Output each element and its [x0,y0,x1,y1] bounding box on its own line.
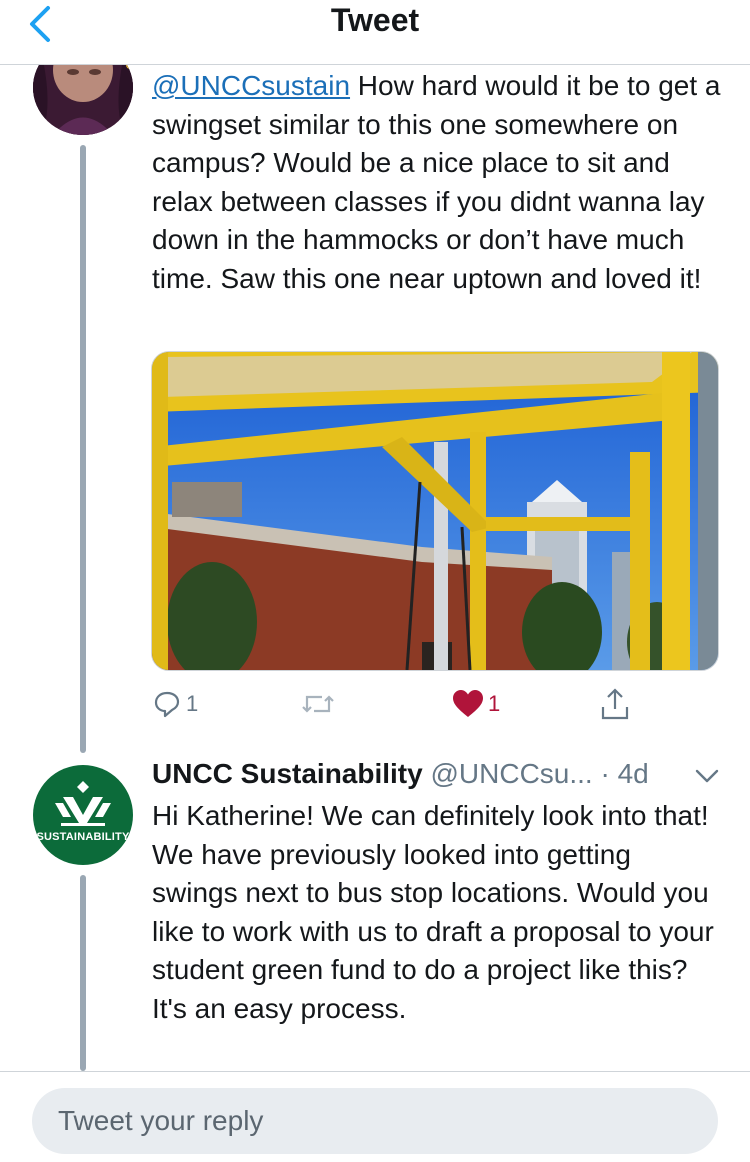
author-handle[interactable]: @UNCCsu... [430,758,592,789]
mention-link[interactable]: @UNCCsustain [152,70,350,101]
retweet-button[interactable] [300,684,340,724]
swingset-photo [152,352,718,670]
top-navigation-bar: Tweet [0,0,750,65]
page-title: Tweet [330,2,420,38]
reply-count: 1 [186,691,199,716]
retweet-icon [302,695,334,713]
tweet-actions: 1 1 [152,684,652,724]
heart-icon [453,690,483,717]
like-button[interactable]: 1 [452,684,500,724]
reply-input[interactable] [32,1088,718,1154]
reply-button[interactable]: 1 [152,684,198,724]
sustainability-logo [55,781,111,826]
more-options-button[interactable] [694,766,720,786]
share-icon [601,688,629,720]
author-name[interactable]: UNCC Sustainability [152,758,423,789]
thread-line [80,875,86,1071]
tweet-text: @UNCCsustain How hard would it be to get… [152,67,722,299]
like-count: 1 [488,691,501,716]
chevron-down-icon [695,769,719,783]
tweet-time: · 4d [600,758,649,789]
tweet-text: Hi Katherine! We can definitely look int… [152,800,714,1024]
tweet-body: How hard would it be to get a swingset s… [152,70,721,294]
thread-line [80,145,86,753]
reply-bar [0,1071,750,1162]
share-button[interactable] [599,684,631,724]
reply-icon [154,691,180,718]
avatar-label: SUSTAINABILITY [36,831,130,843]
avatar[interactable]: SUSTAINABILITY [33,765,133,865]
tweet-header: UNCC Sustainability @UNCCsu... · 4d [152,758,732,798]
tweet-image[interactable] [151,351,719,671]
